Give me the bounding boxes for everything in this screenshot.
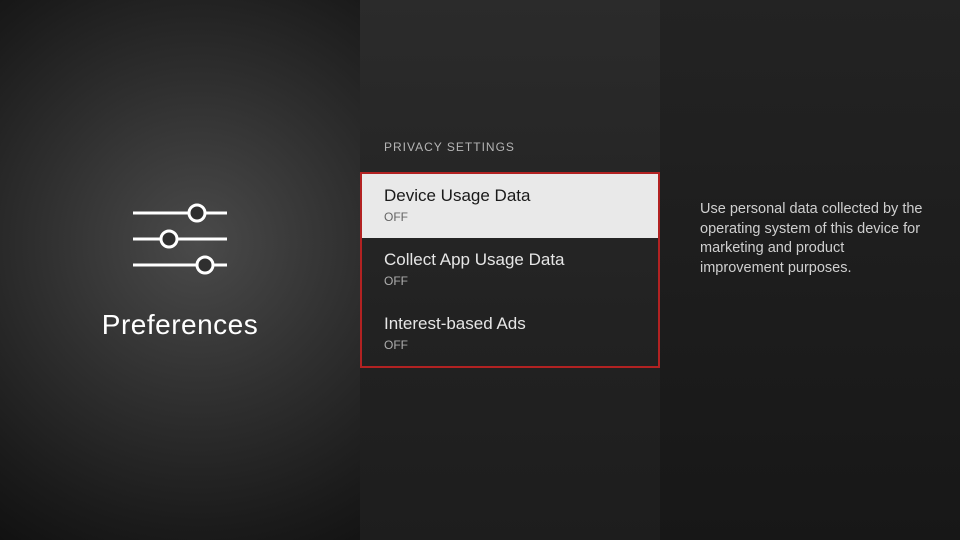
option-interest-based-ads[interactable]: Interest-based Ads OFF <box>362 302 658 366</box>
sliders-icon <box>125 199 235 279</box>
options-highlight-box: Device Usage Data OFF Collect App Usage … <box>360 172 660 368</box>
option-device-usage-data[interactable]: Device Usage Data OFF <box>362 174 658 238</box>
middle-panel: PRIVACY SETTINGS Device Usage Data OFF C… <box>360 0 660 540</box>
option-value: OFF <box>384 338 636 352</box>
option-label: Interest-based Ads <box>384 314 636 334</box>
section-heading: PRIVACY SETTINGS <box>360 140 660 172</box>
right-panel: Use personal data collected by the opera… <box>660 0 960 540</box>
left-panel: Preferences <box>0 0 360 540</box>
option-label: Collect App Usage Data <box>384 250 636 270</box>
option-value: OFF <box>384 274 636 288</box>
page-title: Preferences <box>102 309 258 341</box>
option-description: Use personal data collected by the opera… <box>700 200 928 278</box>
option-value: OFF <box>384 210 636 224</box>
option-collect-app-usage-data[interactable]: Collect App Usage Data OFF <box>362 238 658 302</box>
option-label: Device Usage Data <box>384 186 636 206</box>
